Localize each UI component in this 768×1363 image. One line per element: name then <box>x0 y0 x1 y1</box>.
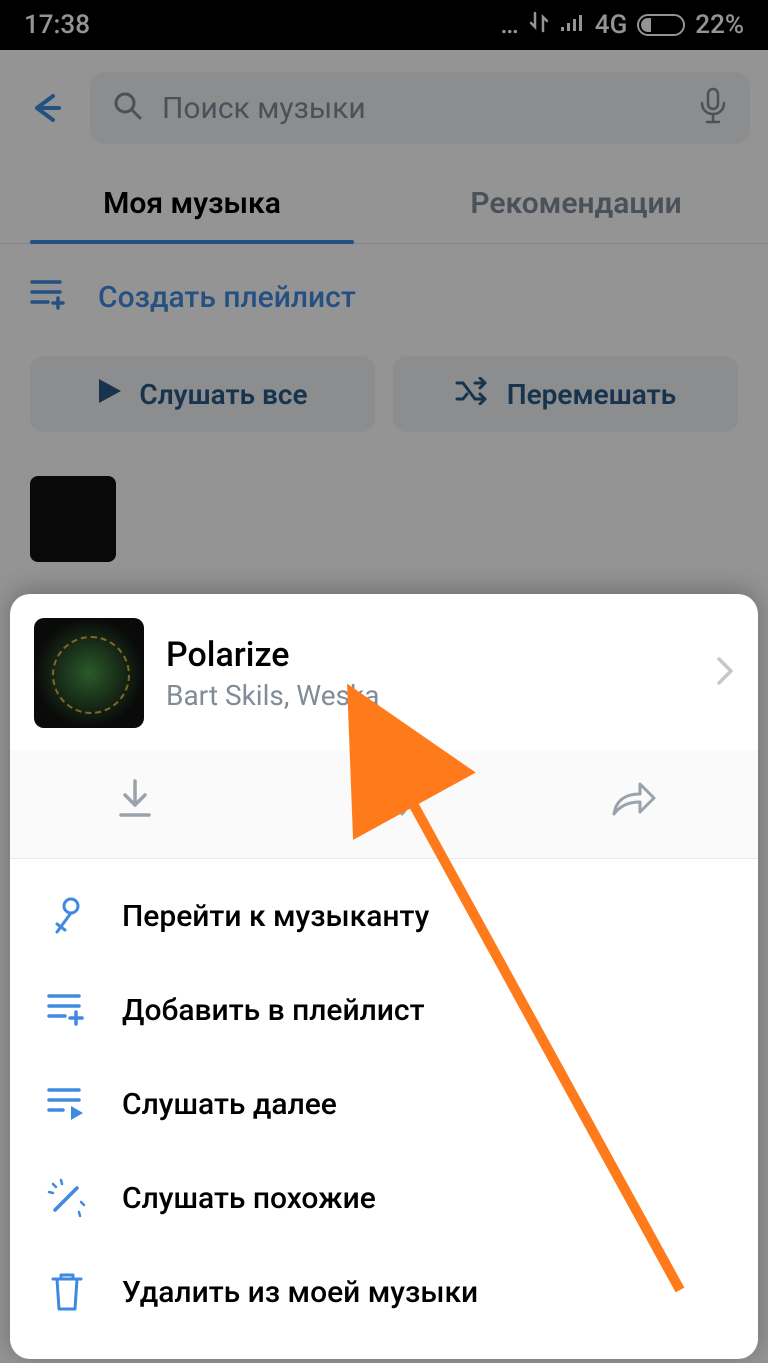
menu-label: Слушать далее <box>122 1087 337 1122</box>
menu-label: Перейти к музыканту <box>122 899 429 934</box>
broadcast-button[interactable] <box>259 768 508 828</box>
trash-icon <box>44 1269 90 1315</box>
play-next-icon <box>44 1081 90 1127</box>
menu-play-next[interactable]: Слушать далее <box>10 1057 758 1151</box>
menu-go-to-artist[interactable]: Перейти к музыканту <box>10 869 758 963</box>
album-art <box>34 618 144 728</box>
playlist-add-icon <box>44 987 90 1033</box>
sheet-track-header[interactable]: Polarize Bart Skils, Weska <box>10 594 758 750</box>
menu-label: Слушать похожие <box>122 1181 376 1216</box>
menu-label: Удалить из моей музыки <box>122 1275 478 1310</box>
artist-icon <box>44 893 90 939</box>
context-menu: Перейти к музыканту Добавить в плейлист … <box>10 859 758 1359</box>
bottom-sheet: Polarize Bart Skils, Weska <box>10 594 758 1359</box>
share-button[interactable] <box>509 768 758 828</box>
track-artist: Bart Skils, Weska <box>166 679 694 712</box>
menu-play-similar[interactable]: Слушать похожие <box>10 1151 758 1245</box>
wand-icon <box>44 1175 90 1221</box>
menu-add-to-playlist[interactable]: Добавить в плейлист <box>10 963 758 1057</box>
track-title: Polarize <box>166 635 694 675</box>
menu-delete[interactable]: Удалить из моей музыки <box>10 1245 758 1339</box>
sheet-quick-actions <box>10 750 758 859</box>
download-button[interactable] <box>10 768 259 828</box>
menu-label: Добавить в плейлист <box>122 993 425 1028</box>
chevron-right-icon <box>716 656 734 690</box>
